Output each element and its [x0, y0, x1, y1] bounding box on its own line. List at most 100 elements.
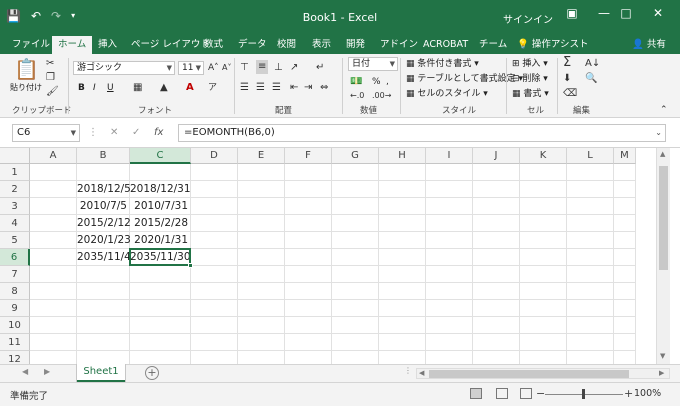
zoom-out-button[interactable]: −: [536, 387, 545, 400]
worksheet-grid[interactable]: ▲ ▼ A B C D E F G H I J K L M 1 2 2018/12/5 2018/12/31 3 2…: [0, 148, 680, 368]
cell-a6[interactable]: [30, 249, 77, 266]
find-select-icon[interactable]: 🔍: [585, 73, 597, 85]
format-cells-button[interactable]: ▦ 書式 ▾: [512, 88, 549, 100]
cell-k9[interactable]: [520, 300, 567, 317]
row-header-11[interactable]: 11: [0, 334, 30, 351]
ribbon-display-icon[interactable]: ▣: [562, 6, 582, 20]
cell-i8[interactable]: [426, 283, 473, 300]
cell-l8[interactable]: [567, 283, 614, 300]
row-header-10[interactable]: 10: [0, 317, 30, 334]
cell-k8[interactable]: [520, 283, 567, 300]
cell-f8[interactable]: [285, 283, 332, 300]
cell-l11[interactable]: [567, 334, 614, 351]
row-header-8[interactable]: 8: [0, 283, 30, 300]
cell-d7[interactable]: [191, 266, 238, 283]
cell-a11[interactable]: [30, 334, 77, 351]
fill-color-icon[interactable]: ▲: [160, 82, 168, 94]
cell-j3[interactable]: [473, 198, 520, 215]
cell-h6[interactable]: [379, 249, 426, 266]
orientation-icon[interactable]: ↗: [290, 62, 298, 74]
cell-m6[interactable]: [614, 249, 636, 266]
horizontal-scrollbar[interactable]: ◀ ▶: [416, 368, 670, 379]
cell-b6[interactable]: 2035/11/4: [77, 249, 131, 266]
align-center-icon[interactable]: ☰: [256, 82, 265, 94]
cell-j7[interactable]: [473, 266, 520, 283]
cell-l4[interactable]: [567, 215, 614, 232]
tell-me-search[interactable]: 💡 操作アシスト: [517, 38, 589, 52]
tab-home[interactable]: ホーム: [52, 36, 93, 54]
cell-styles-button[interactable]: ▦ セルのスタイル ▾: [406, 88, 488, 100]
close-icon[interactable]: ✕: [648, 6, 668, 20]
cell-d9[interactable]: [191, 300, 238, 317]
column-header-k[interactable]: K: [520, 148, 567, 164]
insert-cells-button[interactable]: ⊞ 挿入 ▾: [512, 58, 548, 70]
cell-a5[interactable]: [30, 232, 77, 249]
cell-e11[interactable]: [238, 334, 285, 351]
cell-a4[interactable]: [30, 215, 77, 232]
sheet-tab-sheet1[interactable]: Sheet1: [77, 364, 125, 382]
cut-icon[interactable]: ✂: [46, 58, 54, 70]
paste-button[interactable]: 貼り付け: [10, 82, 42, 94]
cell-e5[interactable]: [238, 232, 285, 249]
collapse-ribbon-icon[interactable]: ⌃: [660, 104, 668, 116]
share-button[interactable]: 👤 共有: [632, 38, 666, 52]
cell-e9[interactable]: [238, 300, 285, 317]
cell-l3[interactable]: [567, 198, 614, 215]
cell-c3[interactable]: 2010/7/31: [130, 198, 191, 215]
cell-k3[interactable]: [520, 198, 567, 215]
cell-b10[interactable]: [77, 317, 130, 334]
column-header-l[interactable]: L: [567, 148, 614, 164]
cell-b7[interactable]: [77, 266, 130, 283]
cell-l5[interactable]: [567, 232, 614, 249]
cell-d1[interactable]: [191, 164, 238, 181]
row-header-4[interactable]: 4: [0, 215, 30, 232]
cell-j5[interactable]: [473, 232, 520, 249]
cell-d5[interactable]: [191, 232, 238, 249]
scroll-down-icon[interactable]: ▼: [660, 352, 665, 360]
cell-f10[interactable]: [285, 317, 332, 334]
cell-h8[interactable]: [379, 283, 426, 300]
cell-i7[interactable]: [426, 266, 473, 283]
row-header-3[interactable]: 3: [0, 198, 30, 215]
cell-j9[interactable]: [473, 300, 520, 317]
cell-f6[interactable]: [285, 249, 332, 266]
cell-m2[interactable]: [614, 181, 636, 198]
cell-m1[interactable]: [614, 164, 636, 181]
cell-m5[interactable]: [614, 232, 636, 249]
cancel-icon[interactable]: ✕: [110, 127, 118, 138]
zoom-in-button[interactable]: +: [624, 387, 633, 400]
format-painter-icon[interactable]: 🖌: [46, 86, 59, 98]
decrease-font-icon[interactable]: A˅: [222, 62, 231, 74]
cell-b11[interactable]: [77, 334, 130, 351]
cell-f2[interactable]: [285, 181, 332, 198]
cell-k2[interactable]: [520, 181, 567, 198]
row-header-2[interactable]: 2: [0, 181, 30, 198]
cell-h10[interactable]: [379, 317, 426, 334]
cell-k10[interactable]: [520, 317, 567, 334]
wrap-text-icon[interactable]: ↵: [316, 62, 324, 74]
cell-k5[interactable]: [520, 232, 567, 249]
row-header-5[interactable]: 5: [0, 232, 30, 249]
cell-i6[interactable]: [426, 249, 473, 266]
cell-a1[interactable]: [30, 164, 77, 181]
cell-j8[interactable]: [473, 283, 520, 300]
tab-review[interactable]: 校閲: [277, 38, 296, 52]
column-header-h[interactable]: H: [379, 148, 426, 164]
vertical-scrollbar[interactable]: ▲ ▼: [656, 148, 670, 364]
accounting-format-icon[interactable]: 💵: [350, 76, 362, 88]
cell-a2[interactable]: [30, 181, 77, 198]
scroll-left-icon[interactable]: ◀: [419, 369, 424, 378]
column-header-c[interactable]: C: [130, 148, 191, 164]
column-header-d[interactable]: D: [191, 148, 238, 164]
row-header-7[interactable]: 7: [0, 266, 30, 283]
cell-i3[interactable]: [426, 198, 473, 215]
cell-d10[interactable]: [191, 317, 238, 334]
cell-g3[interactable]: [332, 198, 379, 215]
cell-k4[interactable]: [520, 215, 567, 232]
enter-icon[interactable]: ✓: [132, 127, 140, 138]
cell-l2[interactable]: [567, 181, 614, 198]
cell-a8[interactable]: [30, 283, 77, 300]
add-sheet-button[interactable]: +: [145, 366, 159, 380]
cell-c7[interactable]: [130, 266, 191, 283]
more-options-icon[interactable]: ⋮: [88, 127, 98, 138]
